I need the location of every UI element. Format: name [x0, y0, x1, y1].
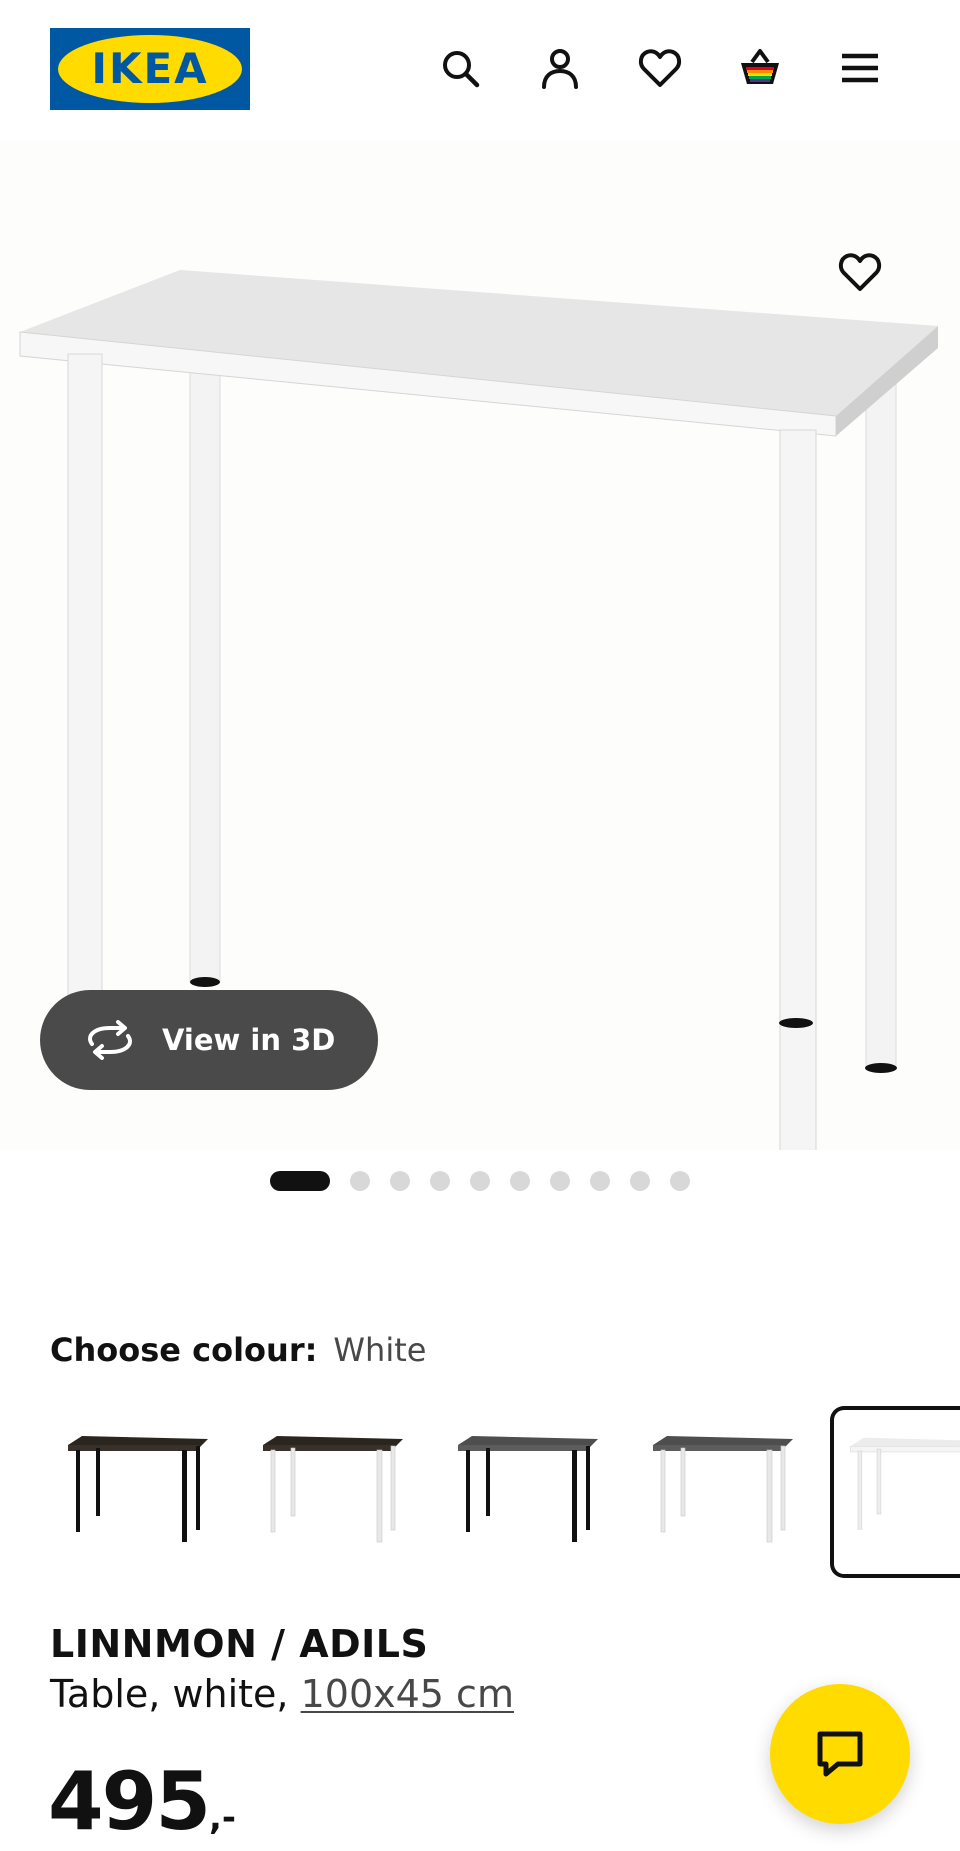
- gallery-pagination[interactable]: [270, 1170, 710, 1192]
- site-header: IKEA: [0, 0, 960, 140]
- search-icon[interactable]: [436, 44, 484, 92]
- product-size-link[interactable]: 100x45 cm: [301, 1672, 514, 1716]
- colour-swatch-dark-grey-black[interactable]: [448, 1412, 618, 1572]
- pagination-dot[interactable]: [630, 1171, 650, 1191]
- pagination-dot-active[interactable]: [270, 1171, 330, 1191]
- colour-swatch-dark-grey-white[interactable]: [643, 1412, 813, 1572]
- menu-icon[interactable]: [836, 44, 884, 92]
- choose-colour-label: Choose colour:: [50, 1331, 318, 1369]
- colour-swatch-black-brown-black[interactable]: [58, 1412, 228, 1572]
- logo-registered-mark: [236, 48, 244, 56]
- product-description: Table, white, 100x45 cm: [50, 1672, 514, 1716]
- pagination-dot[interactable]: [670, 1171, 690, 1191]
- shopping-bag-icon[interactable]: [736, 44, 784, 92]
- pagination-dot[interactable]: [550, 1171, 570, 1191]
- table-foot: [779, 1018, 813, 1028]
- colour-swatch-white-selected[interactable]: [830, 1406, 960, 1578]
- colour-chooser-label: Choose colour: White: [50, 1330, 426, 1370]
- pagination-dot[interactable]: [350, 1171, 370, 1191]
- product-price: 495,-: [48, 1754, 236, 1850]
- product-description-text: Table, white,: [50, 1672, 301, 1716]
- view-in-3d-button[interactable]: View in 3D: [40, 990, 378, 1090]
- ikea-logo[interactable]: IKEA: [50, 28, 250, 110]
- view-in-3d-label: View in 3D: [162, 1023, 336, 1057]
- price-decimal: ,-: [209, 1798, 237, 1838]
- pagination-dot[interactable]: [470, 1171, 490, 1191]
- account-icon[interactable]: [536, 44, 584, 92]
- chat-button[interactable]: [770, 1684, 910, 1824]
- pagination-dot[interactable]: [510, 1171, 530, 1191]
- pagination-dot[interactable]: [430, 1171, 450, 1191]
- rotate-3d-icon: [88, 1020, 132, 1060]
- colour-swatch-black-brown-white[interactable]: [253, 1412, 423, 1572]
- price-integer: 495: [48, 1755, 211, 1848]
- product-name: LINNMON / ADILS: [50, 1622, 429, 1666]
- pagination-dot[interactable]: [390, 1171, 410, 1191]
- favourites-icon[interactable]: [636, 44, 684, 92]
- logo-wordmark: IKEA: [91, 44, 209, 93]
- selected-colour-value: White: [333, 1331, 427, 1369]
- pagination-dot[interactable]: [590, 1171, 610, 1191]
- heart-icon[interactable]: [836, 248, 884, 296]
- chat-icon: [817, 1731, 863, 1777]
